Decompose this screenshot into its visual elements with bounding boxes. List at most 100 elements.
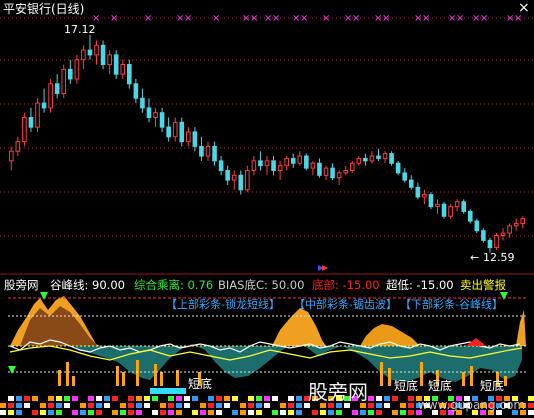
color-bar-cell <box>128 410 134 415</box>
indicator-item-gufeng: 谷峰线: 90.00 <box>50 278 125 292</box>
candle <box>245 165 250 193</box>
color-bar-cell <box>184 403 190 408</box>
color-bar-cell <box>40 403 46 408</box>
watermark-text: 股旁网 <box>308 380 368 404</box>
color-bar-cell <box>256 410 262 415</box>
candle <box>258 151 263 171</box>
candle <box>376 148 381 161</box>
candle <box>146 98 152 123</box>
color-bar-cell <box>264 396 270 401</box>
color-bar-cell <box>272 396 278 401</box>
signal-marker-icon: × <box>110 13 118 24</box>
color-bar-cell <box>176 403 182 408</box>
candle <box>113 50 119 79</box>
color-bar-cell <box>152 410 158 415</box>
signal-pillar <box>388 368 391 386</box>
candle <box>454 199 460 212</box>
color-bar-cell <box>88 403 94 408</box>
color-bar-cell <box>384 403 390 408</box>
color-bar-cell <box>104 396 110 401</box>
candle <box>48 78 53 113</box>
buy-marker-icon <box>8 366 16 374</box>
color-bar-cell <box>280 403 286 408</box>
indicator-item-zonghe: 综合乘离: 0.76 <box>134 278 214 292</box>
signal-pillar <box>122 372 125 386</box>
color-bar-cell <box>8 396 14 401</box>
short-bottom-label: 短底 <box>188 377 213 391</box>
candle <box>343 165 348 176</box>
color-bar-cell <box>352 410 358 415</box>
signal-pillar <box>72 376 75 386</box>
candle <box>330 163 335 181</box>
candle <box>304 153 309 171</box>
candle <box>277 160 283 181</box>
candle <box>205 141 211 161</box>
color-bar-cell <box>280 410 286 415</box>
signal-marker-icon: × <box>456 13 464 24</box>
candle <box>481 228 486 243</box>
color-bar-cell <box>240 410 246 415</box>
candle <box>87 34 93 60</box>
price-grid <box>0 17 534 237</box>
close-icon[interactable]: × <box>518 1 530 15</box>
candle <box>231 170 237 190</box>
color-bar-cell <box>336 410 342 415</box>
candle <box>172 117 178 142</box>
color-bar-cell <box>288 410 294 415</box>
sell-marker-icon <box>40 292 48 300</box>
color-bar-cell <box>64 403 70 408</box>
color-bar-cell <box>0 410 6 415</box>
color-bar-cell <box>328 410 334 415</box>
color-bar-cell <box>248 403 254 408</box>
color-bar-cell <box>376 396 382 401</box>
color-bar-cell <box>392 396 398 401</box>
short-bottom-label: 短底 <box>480 379 505 393</box>
color-bar-cell <box>200 403 206 408</box>
signal-marker-icon: × <box>300 13 308 24</box>
color-bar-cell <box>368 396 374 401</box>
candle <box>520 216 526 229</box>
candle <box>323 165 329 181</box>
signal-pillar <box>160 372 163 386</box>
orange-peak-area <box>272 308 326 346</box>
candle <box>297 151 303 166</box>
candle <box>159 107 165 132</box>
color-bar-cell <box>376 410 382 415</box>
color-bar-cell <box>120 410 126 415</box>
color-bar-cell <box>208 403 214 408</box>
signal-pillar <box>66 362 69 386</box>
color-bar-cell <box>232 396 238 401</box>
candle <box>61 64 67 99</box>
candle <box>441 201 447 219</box>
color-bar-cell <box>408 403 414 408</box>
color-bar-cell <box>152 396 158 401</box>
color-bar-cell <box>272 410 278 415</box>
color-bar-cell <box>320 410 326 415</box>
orange-peak-area <box>516 310 526 346</box>
indicator-name: 股旁网 <box>4 278 39 292</box>
color-bar-cell <box>176 396 182 401</box>
color-bar-cell <box>160 403 166 408</box>
color-bar-cell <box>24 403 30 408</box>
color-bar-cell <box>360 410 366 415</box>
candle <box>395 160 401 176</box>
color-bar-cell <box>176 410 182 415</box>
color-bar-cell <box>256 396 262 401</box>
indicator-item-bias: BIAS底C: 50.00 <box>218 278 305 292</box>
candle <box>199 136 204 161</box>
color-bar-cell <box>16 410 22 415</box>
scroll-marker[interactable] <box>318 265 328 271</box>
candle <box>435 199 440 214</box>
candle <box>107 50 112 75</box>
candle <box>225 165 230 185</box>
color-bar-cell <box>400 410 406 415</box>
candle <box>513 218 519 231</box>
candle <box>415 182 421 200</box>
color-bar-cell <box>168 410 174 415</box>
candle <box>284 156 289 171</box>
color-bar-cell <box>208 396 214 401</box>
high-price-label: 17.12 <box>64 23 96 36</box>
candle <box>422 189 427 205</box>
candle <box>290 153 296 169</box>
color-bar-cell <box>88 410 94 415</box>
